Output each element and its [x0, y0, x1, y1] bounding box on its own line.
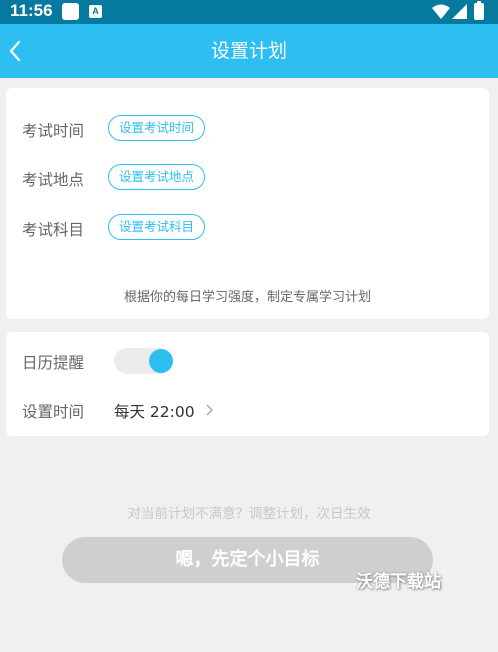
back-button[interactable] — [4, 33, 40, 69]
chevron-right-icon — [206, 404, 213, 416]
set-exam-subject-button[interactable]: 设置考试科目 — [108, 214, 206, 240]
set-exam-location-button[interactable]: 设置考试地点 — [108, 164, 206, 190]
reminder-time-selector[interactable]: 每天 22:00 — [114, 400, 213, 422]
toggle-knob — [149, 349, 173, 373]
app-notification-letter: A — [92, 6, 99, 16]
plan-hint: 根据你的每日学习强度，制定专属学习计划 — [123, 290, 371, 305]
plan-card: 考试时间 设置考试时间 考试地点 设置考试地点 考试科目 设置考试科目 根据你的… — [6, 88, 489, 319]
reminder-time-label: 设置时间 — [22, 403, 85, 421]
reminder-time-value: 每天 22:00 — [114, 403, 195, 421]
back-icon — [9, 40, 21, 62]
nav-bar: 设置计划 — [0, 24, 498, 78]
page-title: 设置计划 — [210, 40, 287, 62]
app-notification-icon: A — [89, 5, 102, 18]
battery-icon — [474, 1, 484, 20]
signal-icon — [452, 4, 467, 19]
exam-time-label: 考试时间 — [22, 122, 85, 140]
exam-location-label: 考试地点 — [22, 171, 85, 189]
set-exam-time-button[interactable]: 设置考试时间 — [108, 115, 206, 141]
status-bar: 11:56 A — [0, 0, 498, 24]
wifi-icon — [432, 4, 450, 19]
calendar-card: 日历提醒 设置时间 每天 22:00 — [6, 332, 489, 436]
watermark-text: 沃德下载站 — [356, 572, 441, 592]
calendar-reminder-label: 日历提醒 — [22, 354, 85, 372]
exam-subject-label: 考试科目 — [22, 221, 85, 239]
notification-icon — [62, 3, 79, 20]
adjust-plan-hint: 对当前计划不满意？调整计划，次日生效 — [127, 506, 371, 522]
calendar-reminder-toggle[interactable] — [114, 348, 173, 374]
status-time: 11:56 — [10, 1, 53, 20]
